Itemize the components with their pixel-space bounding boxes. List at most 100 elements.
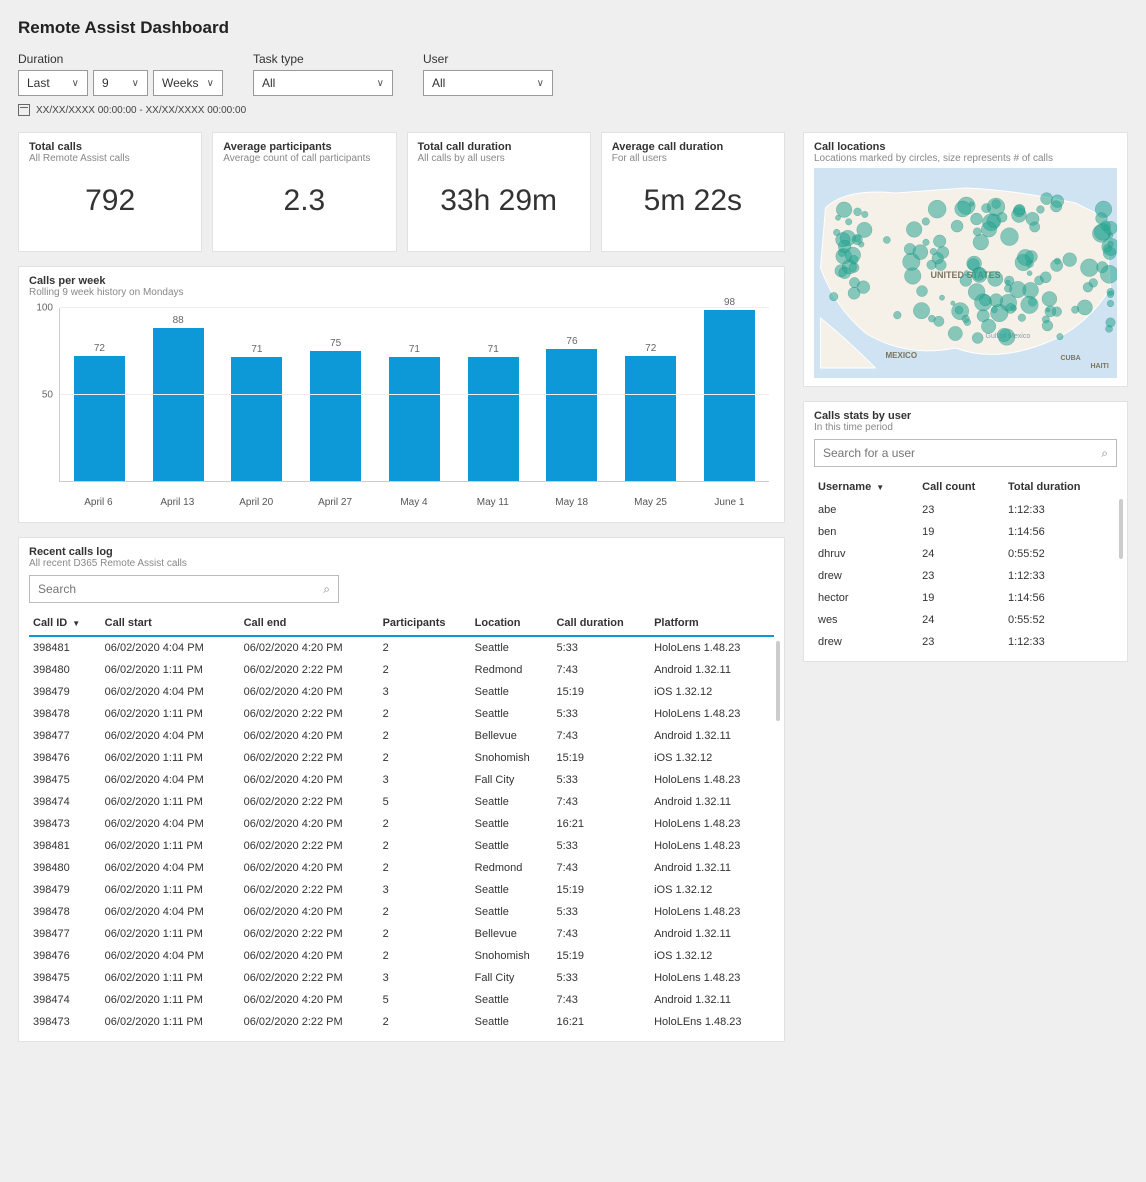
- kpi-value: 2.3: [223, 184, 385, 218]
- cell-end: 06/02/2020 4:20 PM: [240, 725, 379, 747]
- user-dropdown[interactable]: All∨: [423, 70, 553, 96]
- col-duration[interactable]: Call duration: [552, 611, 650, 636]
- chevron-down-icon: ∨: [537, 78, 544, 89]
- kpi-title: Average call duration: [612, 141, 774, 153]
- col-call-id[interactable]: Call ID ▼: [29, 611, 101, 636]
- col-call-start[interactable]: Call start: [101, 611, 240, 636]
- cell-end: 06/02/2020 2:22 PM: [240, 747, 379, 769]
- table-row[interactable]: abe 23 1:12:33: [814, 499, 1117, 521]
- table-row[interactable]: hector 19 1:14:56: [814, 587, 1117, 609]
- table-row[interactable]: 398480 06/02/2020 4:04 PM 06/02/2020 4:2…: [29, 857, 774, 879]
- table-row[interactable]: 398474 06/02/2020 1:11 PM 06/02/2020 2:2…: [29, 791, 774, 813]
- cell-duration: 16:21: [552, 813, 650, 835]
- recent-calls-card: Recent calls log All recent D365 Remote …: [18, 537, 785, 1042]
- cell-id: 398480: [29, 857, 101, 879]
- chart-title: Calls per week: [29, 275, 774, 287]
- cell-username: ben: [814, 521, 918, 543]
- cell-start: 06/02/2020 1:11 PM: [101, 989, 240, 1011]
- col-platform[interactable]: Platform: [650, 611, 774, 636]
- cell-location: Seattle: [471, 1011, 553, 1033]
- y-tick: 100: [36, 303, 53, 314]
- cell-id: 398473: [29, 813, 101, 835]
- cell-start: 06/02/2020 4:04 PM: [101, 945, 240, 967]
- chart-plot: 72 88 71 75 71: [59, 308, 769, 482]
- table-row[interactable]: ben 19 1:14:56: [814, 521, 1117, 543]
- table-row[interactable]: 398474 06/02/2020 1:11 PM 06/02/2020 4:2…: [29, 989, 774, 1011]
- user-label: User: [423, 52, 553, 66]
- calls-log-subtitle: All recent D365 Remote Assist calls: [29, 558, 774, 569]
- table-row[interactable]: 398480 06/02/2020 1:11 PM 06/02/2020 2:2…: [29, 659, 774, 681]
- cell-participants: 2: [379, 747, 471, 769]
- table-row[interactable]: 398475 06/02/2020 1:11 PM 06/02/2020 2:2…: [29, 967, 774, 989]
- chevron-down-icon: ∨: [207, 78, 214, 89]
- cell-duration: 7:43: [552, 791, 650, 813]
- col-total-duration[interactable]: Total duration: [1004, 475, 1117, 499]
- search-icon: ⌕: [1101, 446, 1108, 461]
- cell-start: 06/02/2020 4:04 PM: [101, 725, 240, 747]
- table-row[interactable]: 398479 06/02/2020 4:04 PM 06/02/2020 4:2…: [29, 681, 774, 703]
- calls-search-box[interactable]: ⌕: [29, 575, 339, 603]
- table-row[interactable]: 398476 06/02/2020 4:04 PM 06/02/2020 4:2…: [29, 945, 774, 967]
- table-row[interactable]: dhruv 24 0:55:52: [814, 543, 1117, 565]
- cell-location: Seattle: [471, 681, 553, 703]
- table-row[interactable]: 398479 06/02/2020 1:11 PM 06/02/2020 2:2…: [29, 879, 774, 901]
- cell-end: 06/02/2020 4:20 PM: [240, 945, 379, 967]
- table-row[interactable]: 398478 06/02/2020 4:04 PM 06/02/2020 4:2…: [29, 901, 774, 923]
- bar: [389, 357, 440, 481]
- table-row[interactable]: 398473 06/02/2020 1:11 PM 06/02/2020 2:2…: [29, 1011, 774, 1033]
- calls-search-input[interactable]: [38, 582, 323, 596]
- cell-location: Redmond: [471, 659, 553, 681]
- user-stats-card: Calls stats by user In this time period …: [803, 401, 1128, 662]
- date-range: XX/XX/XXXX 00:00:00 - XX/XX/XXXX 00:00:0…: [18, 104, 1128, 116]
- scrollbar[interactable]: [1119, 499, 1123, 559]
- cell-id: 398476: [29, 747, 101, 769]
- task-label: Task type: [253, 52, 393, 66]
- table-row[interactable]: 398473 06/02/2020 4:04 PM 06/02/2020 4:2…: [29, 813, 774, 835]
- duration-number-dropdown[interactable]: 9∨: [93, 70, 148, 96]
- cell-id: 398475: [29, 769, 101, 791]
- kpi-value: 5m 22s: [612, 184, 774, 218]
- kpi-card: Average call duration For all users 5m 2…: [601, 132, 785, 252]
- bar-value-label: 75: [330, 338, 341, 349]
- table-row[interactable]: drew 23 1:12:33: [814, 631, 1117, 653]
- scrollbar[interactable]: [776, 641, 780, 721]
- col-call-end[interactable]: Call end: [240, 611, 379, 636]
- cell-duration: 5:33: [552, 703, 650, 725]
- cell-count: 23: [918, 565, 1004, 587]
- duration-period-dropdown[interactable]: Last∨: [18, 70, 88, 96]
- gridline: [60, 394, 769, 395]
- table-row[interactable]: drew 23 1:12:33: [814, 565, 1117, 587]
- table-row[interactable]: wes 24 0:55:52: [814, 609, 1117, 631]
- col-call-count[interactable]: Call count: [918, 475, 1004, 499]
- col-participants[interactable]: Participants: [379, 611, 471, 636]
- cell-participants: 5: [379, 791, 471, 813]
- table-row[interactable]: 398477 06/02/2020 1:11 PM 06/02/2020 2:2…: [29, 923, 774, 945]
- bar-value-label: 71: [488, 344, 499, 355]
- user-search-box[interactable]: ⌕: [814, 439, 1117, 467]
- bar-wrap: 76: [540, 336, 604, 481]
- table-row[interactable]: 398481 06/02/2020 4:04 PM 06/02/2020 4:2…: [29, 636, 774, 659]
- cell-participants: 2: [379, 1011, 471, 1033]
- gridline: [60, 307, 769, 308]
- cell-duration: 15:19: [552, 945, 650, 967]
- table-row[interactable]: 398481 06/02/2020 1:11 PM 06/02/2020 2:2…: [29, 835, 774, 857]
- table-row[interactable]: 398476 06/02/2020 1:11 PM 06/02/2020 2:2…: [29, 747, 774, 769]
- col-username[interactable]: Username ▼: [814, 475, 918, 499]
- duration-unit-dropdown[interactable]: Weeks∨: [153, 70, 223, 96]
- filter-bar: Duration Last∨ 9∨ Weeks∨ Task type All∨ …: [18, 52, 1128, 96]
- chevron-down-icon: ∨: [377, 78, 384, 89]
- cell-duration: 1:14:56: [1004, 521, 1117, 543]
- user-search-input[interactable]: [823, 446, 1101, 460]
- table-row[interactable]: 398478 06/02/2020 1:11 PM 06/02/2020 2:2…: [29, 703, 774, 725]
- cell-duration: 7:43: [552, 989, 650, 1011]
- bar: [546, 349, 597, 481]
- table-row[interactable]: 398477 06/02/2020 4:04 PM 06/02/2020 4:2…: [29, 725, 774, 747]
- cell-platform: Android 1.32.11: [650, 725, 774, 747]
- col-location[interactable]: Location: [471, 611, 553, 636]
- kpi-value: 33h 29m: [418, 184, 580, 218]
- map-visualization[interactable]: UNITED STATES Gulf of Mexico MEXICO CUBA…: [814, 168, 1117, 378]
- table-row[interactable]: 398475 06/02/2020 4:04 PM 06/02/2020 4:2…: [29, 769, 774, 791]
- cell-location: Seattle: [471, 703, 553, 725]
- cell-username: abe: [814, 499, 918, 521]
- task-type-dropdown[interactable]: All∨: [253, 70, 393, 96]
